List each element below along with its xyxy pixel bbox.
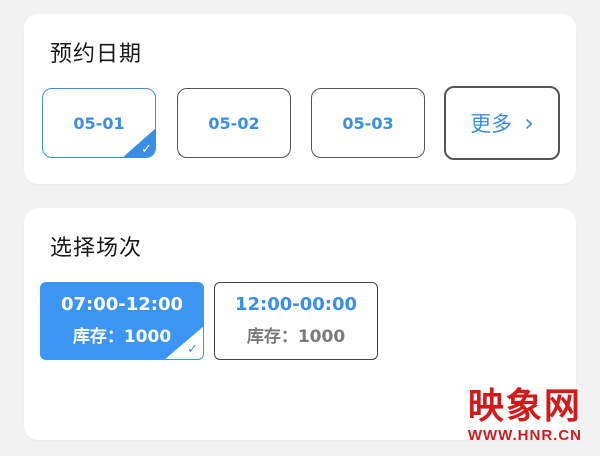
date-section-title: 预约日期	[50, 42, 143, 67]
check-icon: ✓	[187, 342, 198, 357]
session-slot-morning[interactable]: 07:00-12:00 库存：1000 ✓	[40, 282, 204, 360]
session-section-title: 选择场次	[50, 236, 143, 261]
date-chip-label: 05-03	[342, 113, 394, 133]
session-stock: 库存：1000	[72, 327, 172, 347]
date-chip-05-01[interactable]: 05-01 ✓	[42, 88, 156, 158]
session-slot-afternoon[interactable]: 12:00-00:00 库存：1000	[214, 282, 378, 360]
date-chip-label: 05-02	[208, 113, 260, 133]
session-stock: 库存：1000	[246, 327, 346, 347]
watermark-url: WWW.HNR.CN	[467, 427, 582, 444]
date-chip-05-02[interactable]: 05-02	[177, 88, 291, 158]
check-icon: ✓	[141, 142, 152, 157]
more-dates-button[interactable]: 更多 ›	[444, 86, 560, 160]
more-dates-label: 更多	[470, 112, 513, 136]
selected-corner-marker	[164, 326, 203, 359]
chevron-right-icon: ›	[524, 109, 534, 137]
watermark-logo: 映象网	[467, 385, 582, 427]
session-time: 07:00-12:00	[60, 294, 184, 315]
session-time: 12:00-00:00	[234, 294, 358, 315]
watermark: 映象网 WWW.HNR.CN	[468, 385, 582, 444]
date-chip-label: 05-01	[73, 113, 125, 133]
date-card: 预约日期 05-01 ✓ 05-02 05-03 更多 ›	[24, 14, 576, 184]
date-chip-05-03[interactable]: 05-03	[311, 88, 425, 158]
